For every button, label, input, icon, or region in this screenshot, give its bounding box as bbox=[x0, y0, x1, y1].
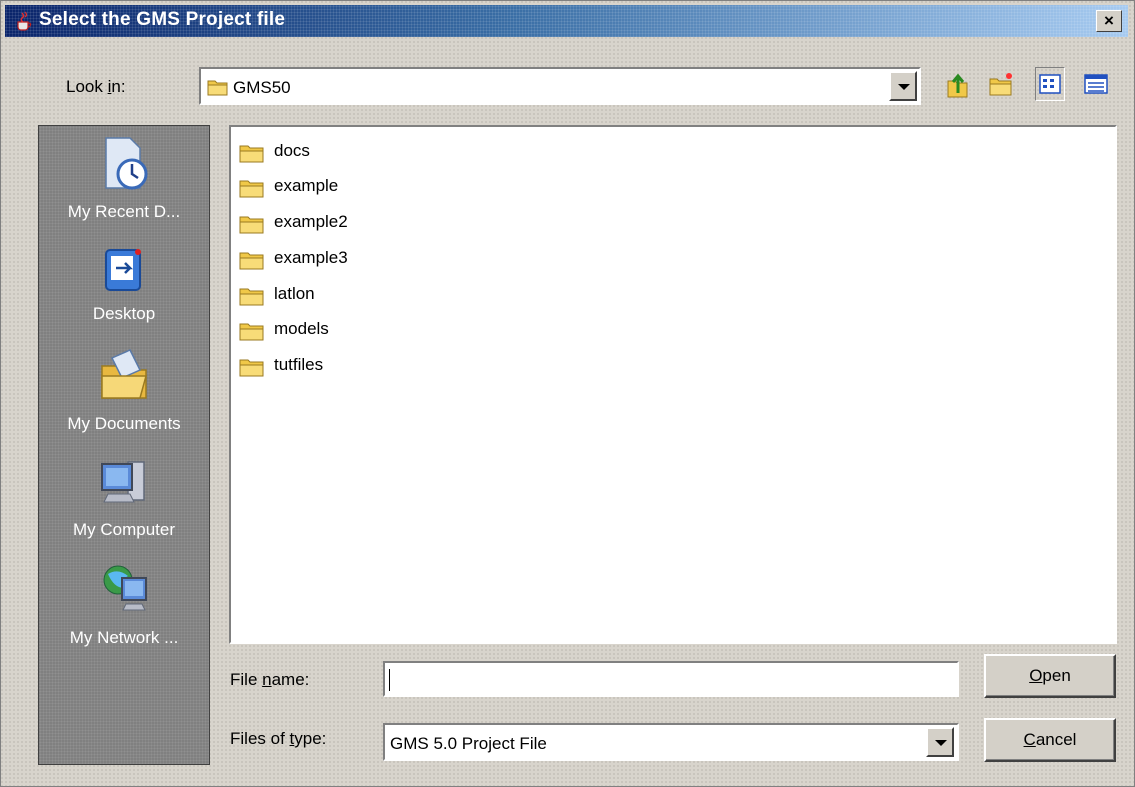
files-of-type-value: GMS 5.0 Project File bbox=[390, 734, 547, 753]
files-of-type-label: Files of type: bbox=[230, 729, 327, 748]
list-view-icon bbox=[1039, 74, 1061, 94]
up-one-level-button[interactable] bbox=[943, 67, 973, 101]
up-one-level-icon bbox=[947, 73, 968, 98]
place-my-documents[interactable]: My Documents bbox=[39, 344, 209, 434]
places-bar: My Recent D... Desktop My Documents My C… bbox=[38, 125, 210, 765]
place-desktop[interactable]: Desktop bbox=[39, 242, 209, 324]
folder-icon bbox=[239, 252, 264, 270]
file-name-field[interactable] bbox=[383, 661, 959, 697]
desktop-icon bbox=[105, 249, 141, 291]
open-button[interactable]: Open bbox=[984, 654, 1116, 698]
java-cup-icon bbox=[17, 11, 32, 31]
files-of-type-dropdown-button[interactable] bbox=[926, 727, 954, 757]
folder-icon bbox=[239, 288, 264, 306]
details-view-button[interactable] bbox=[1081, 67, 1111, 101]
look-in-dropdown-button[interactable] bbox=[889, 71, 917, 101]
text-caret bbox=[389, 669, 390, 691]
folder-icon bbox=[239, 323, 264, 341]
place-my-computer[interactable]: My Computer bbox=[39, 454, 209, 540]
create-new-folder-icon bbox=[989, 73, 1012, 96]
folder-icon bbox=[239, 359, 264, 377]
chevron-down-icon bbox=[935, 740, 947, 746]
look-in-combo[interactable]: GMS50 bbox=[199, 67, 921, 105]
close-button[interactable]: × bbox=[1096, 10, 1122, 32]
list-view-button[interactable] bbox=[1035, 67, 1065, 101]
dialog-title: Select the GMS Project file bbox=[39, 9, 286, 30]
cancel-button[interactable]: Cancel bbox=[984, 718, 1116, 762]
my-network-icon bbox=[103, 565, 147, 611]
file-name-label: File name: bbox=[230, 670, 310, 689]
look-in-value: GMS50 bbox=[233, 78, 291, 97]
files-of-type-combo[interactable]: GMS 5.0 Project File bbox=[383, 723, 959, 761]
my-computer-icon bbox=[101, 461, 145, 503]
folder-icon bbox=[239, 216, 264, 234]
place-my-network[interactable]: My Network ... bbox=[39, 560, 209, 648]
my-documents-icon bbox=[101, 349, 147, 399]
title-bar[interactable]: Select the GMS Project file × bbox=[5, 5, 1128, 37]
folder-icon bbox=[239, 180, 264, 198]
details-view-icon bbox=[1084, 74, 1108, 94]
look-in-label: Look in: bbox=[66, 77, 126, 96]
file-chooser-dialog: Select the GMS Project file × Look in: G… bbox=[0, 0, 1135, 787]
close-icon: × bbox=[1104, 11, 1114, 30]
chevron-down-icon bbox=[898, 84, 910, 90]
create-new-folder-button[interactable] bbox=[987, 67, 1017, 101]
file-list[interactable]: docs example example2 example3 latlon mo… bbox=[229, 125, 1117, 644]
folder-icon bbox=[207, 80, 228, 96]
recent-documents-icon bbox=[105, 137, 148, 190]
place-recent[interactable]: My Recent D... bbox=[39, 132, 209, 222]
folder-icon bbox=[239, 145, 264, 163]
